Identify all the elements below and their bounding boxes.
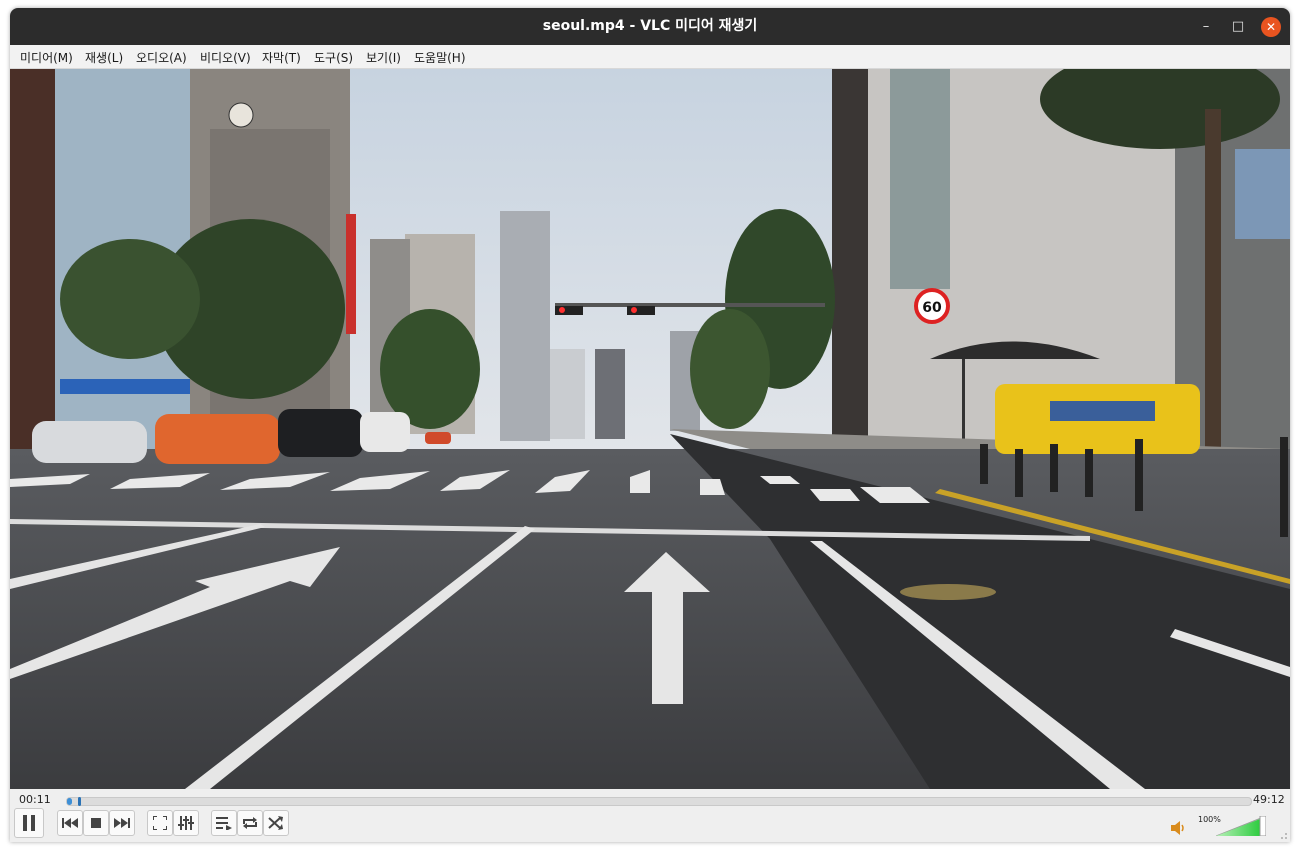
playlist-button[interactable]: [211, 810, 237, 836]
video-area[interactable]: 60: [10, 69, 1290, 789]
control-panel: 00:11 49:12 100%: [10, 789, 1290, 842]
seek-progress: [67, 798, 72, 805]
total-time[interactable]: 49:12: [1253, 793, 1285, 806]
elapsed-time[interactable]: 00:11: [19, 793, 51, 806]
video-frame: 60: [10, 69, 1290, 789]
minimize-button[interactable]: –: [1196, 17, 1216, 37]
menu-playback[interactable]: 재생(L): [85, 49, 123, 66]
seek-handle[interactable]: [77, 797, 81, 806]
seek-slider[interactable]: [66, 797, 1252, 806]
menu-tools[interactable]: 도구(S): [314, 49, 353, 66]
resize-grip[interactable]: [1280, 832, 1288, 840]
volume-slider[interactable]: [1216, 816, 1266, 836]
extended-settings-button[interactable]: [173, 810, 199, 836]
fullscreen-button[interactable]: [147, 810, 173, 836]
equalizer-icon: [178, 816, 194, 830]
previous-button[interactable]: [57, 810, 83, 836]
menu-view[interactable]: 보기(I): [366, 49, 401, 66]
loop-button[interactable]: [237, 810, 263, 836]
pause-button[interactable]: [14, 808, 44, 838]
maximize-button[interactable]: □: [1228, 17, 1248, 37]
speed-sign-text: 60: [922, 300, 942, 316]
shuffle-icon: [268, 816, 283, 830]
menu-help[interactable]: 도움말(H): [414, 49, 466, 66]
skip-previous-icon: [62, 818, 78, 828]
next-button[interactable]: [109, 810, 135, 836]
skip-next-icon: [114, 818, 130, 828]
vlc-window: seoul.mp4 - VLC 미디어 재생기 – □ ✕ 미디어(M) 재생(…: [10, 8, 1290, 842]
menu-bar: 미디어(M) 재생(L) 오디오(A) 비디오(V) 자막(T) 도구(S) 보…: [10, 45, 1290, 69]
stop-button[interactable]: [83, 810, 109, 836]
stop-icon: [91, 818, 101, 828]
menu-video[interactable]: 비디오(V): [200, 49, 251, 66]
fullscreen-icon: [153, 816, 167, 830]
playlist-icon: [216, 817, 232, 830]
menu-media[interactable]: 미디어(M): [20, 49, 73, 66]
menu-subtitle[interactable]: 자막(T): [262, 49, 301, 66]
window-title: seoul.mp4 - VLC 미디어 재생기: [542, 18, 758, 34]
shuffle-button[interactable]: [263, 810, 289, 836]
menu-audio[interactable]: 오디오(A): [136, 49, 187, 66]
loop-icon: [243, 817, 257, 829]
speaker-icon[interactable]: [1170, 821, 1186, 835]
title-bar[interactable]: seoul.mp4 - VLC 미디어 재생기 – □ ✕: [10, 8, 1290, 45]
pause-icon: [23, 815, 35, 831]
close-button[interactable]: ✕: [1261, 17, 1281, 37]
